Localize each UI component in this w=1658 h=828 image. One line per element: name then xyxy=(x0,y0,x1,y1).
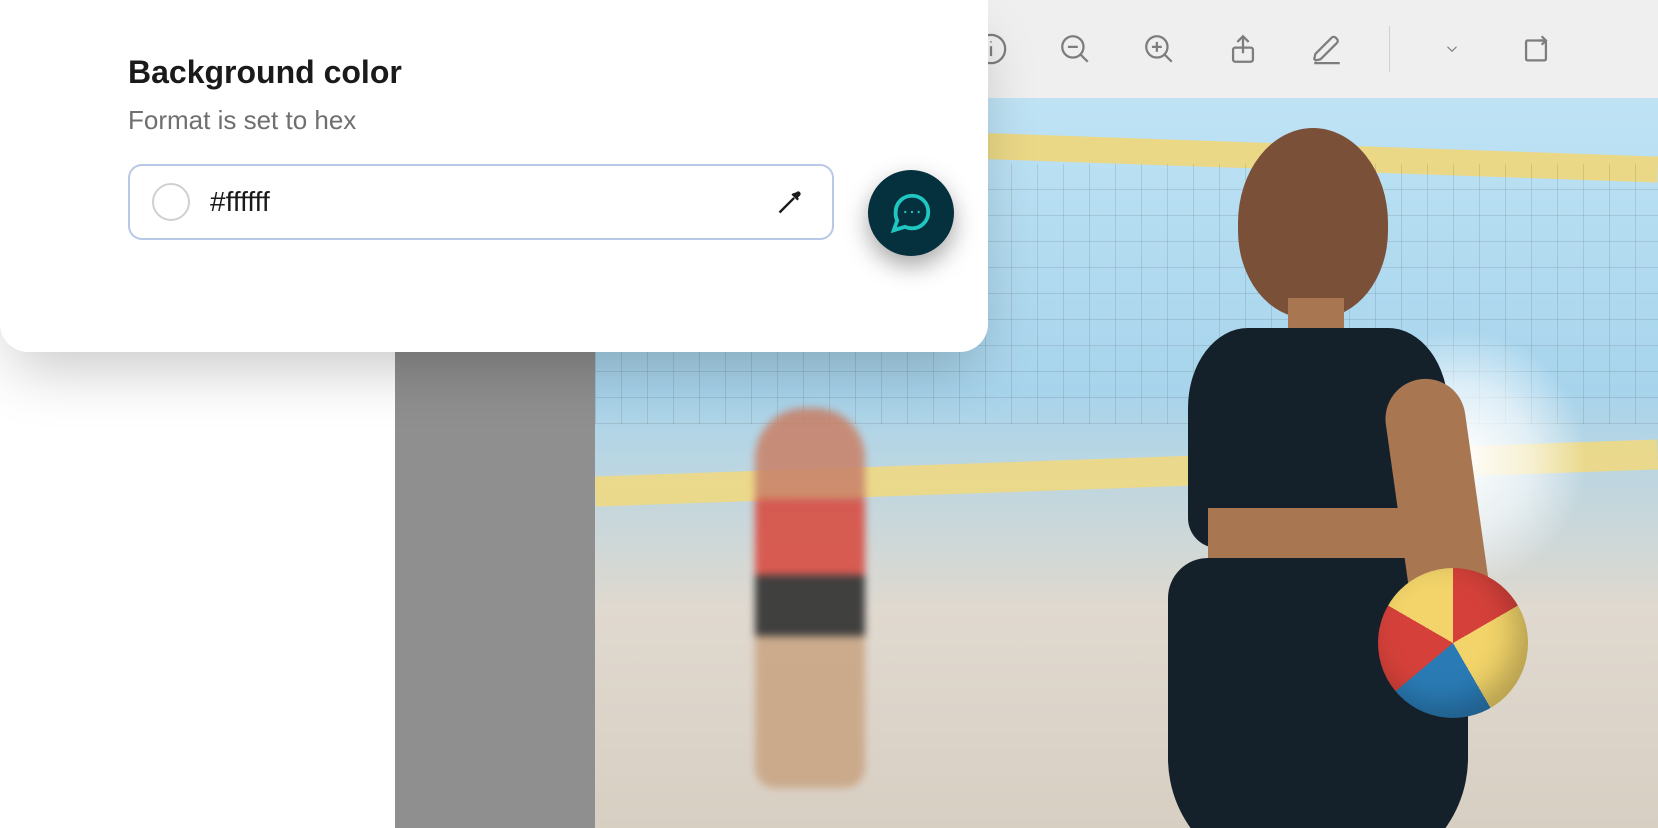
edit-pencil-icon[interactable] xyxy=(1305,27,1349,71)
zoom-out-icon[interactable] xyxy=(1053,27,1097,71)
toolbar-divider xyxy=(1389,26,1390,72)
foreground-player xyxy=(1128,128,1488,828)
background-player xyxy=(755,408,865,788)
eyedropper-icon[interactable] xyxy=(770,182,810,222)
color-input-group[interactable] xyxy=(128,164,834,240)
chat-bubble-button[interactable] xyxy=(868,170,954,256)
background-color-popover: Background color Format is set to hex xyxy=(0,0,988,352)
volleyball xyxy=(1378,568,1528,718)
popover-subtitle: Format is set to hex xyxy=(128,105,868,136)
chevron-down-icon[interactable] xyxy=(1430,27,1474,71)
share-icon[interactable] xyxy=(1221,27,1265,71)
popover-title: Background color xyxy=(128,54,868,91)
color-swatch[interactable] xyxy=(152,183,190,221)
hex-color-input[interactable] xyxy=(210,186,750,218)
zoom-in-icon[interactable] xyxy=(1137,27,1181,71)
crop-rotate-icon[interactable] xyxy=(1514,27,1558,71)
